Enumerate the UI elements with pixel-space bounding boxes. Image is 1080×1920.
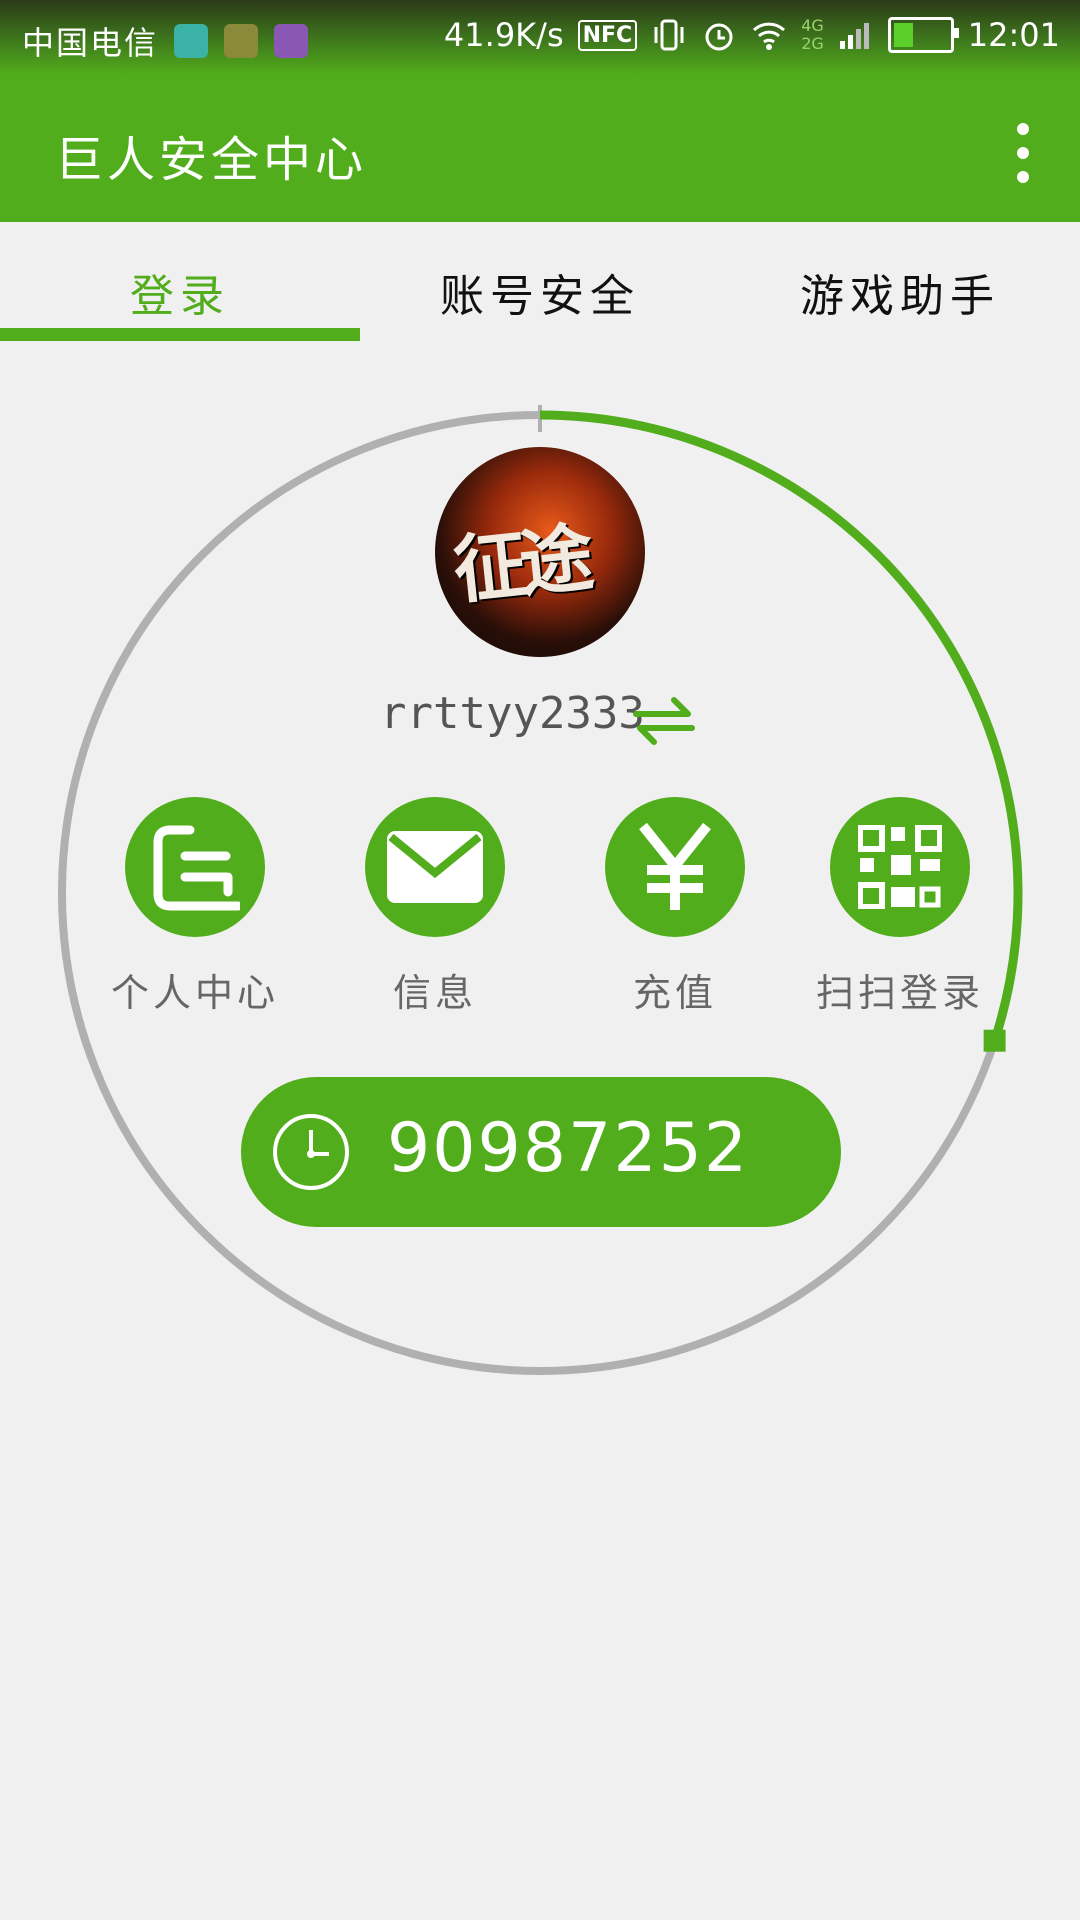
profile-label: 个人中心 bbox=[110, 971, 279, 1015]
username: rrttyy2333 bbox=[380, 688, 645, 739]
clock-icon bbox=[273, 1114, 349, 1190]
messages-label: 信息 bbox=[392, 971, 477, 1015]
dynamic-token-button[interactable]: 90987252 bbox=[241, 1077, 841, 1227]
yuan-icon bbox=[639, 822, 711, 910]
scan-login-button[interactable] bbox=[830, 797, 970, 937]
countdown-ring-cap bbox=[983, 1029, 1006, 1052]
token-code: 90987252 bbox=[387, 1109, 750, 1188]
recharge-label: 充值 bbox=[632, 971, 717, 1015]
profile-button[interactable] bbox=[125, 797, 265, 937]
switch-account-icon[interactable] bbox=[630, 688, 698, 750]
game-avatar[interactable]: 征途 bbox=[435, 447, 645, 657]
recharge-button[interactable] bbox=[605, 797, 745, 937]
scan-login-label: 扫扫登录 bbox=[815, 971, 984, 1015]
countdown-ring bbox=[58, 405, 1023, 1375]
qr-code-icon bbox=[858, 825, 942, 909]
mail-icon bbox=[387, 831, 483, 903]
profile-icon bbox=[153, 825, 240, 911]
messages-button[interactable] bbox=[365, 797, 505, 937]
game-logo-text: 征途 bbox=[449, 515, 590, 615]
